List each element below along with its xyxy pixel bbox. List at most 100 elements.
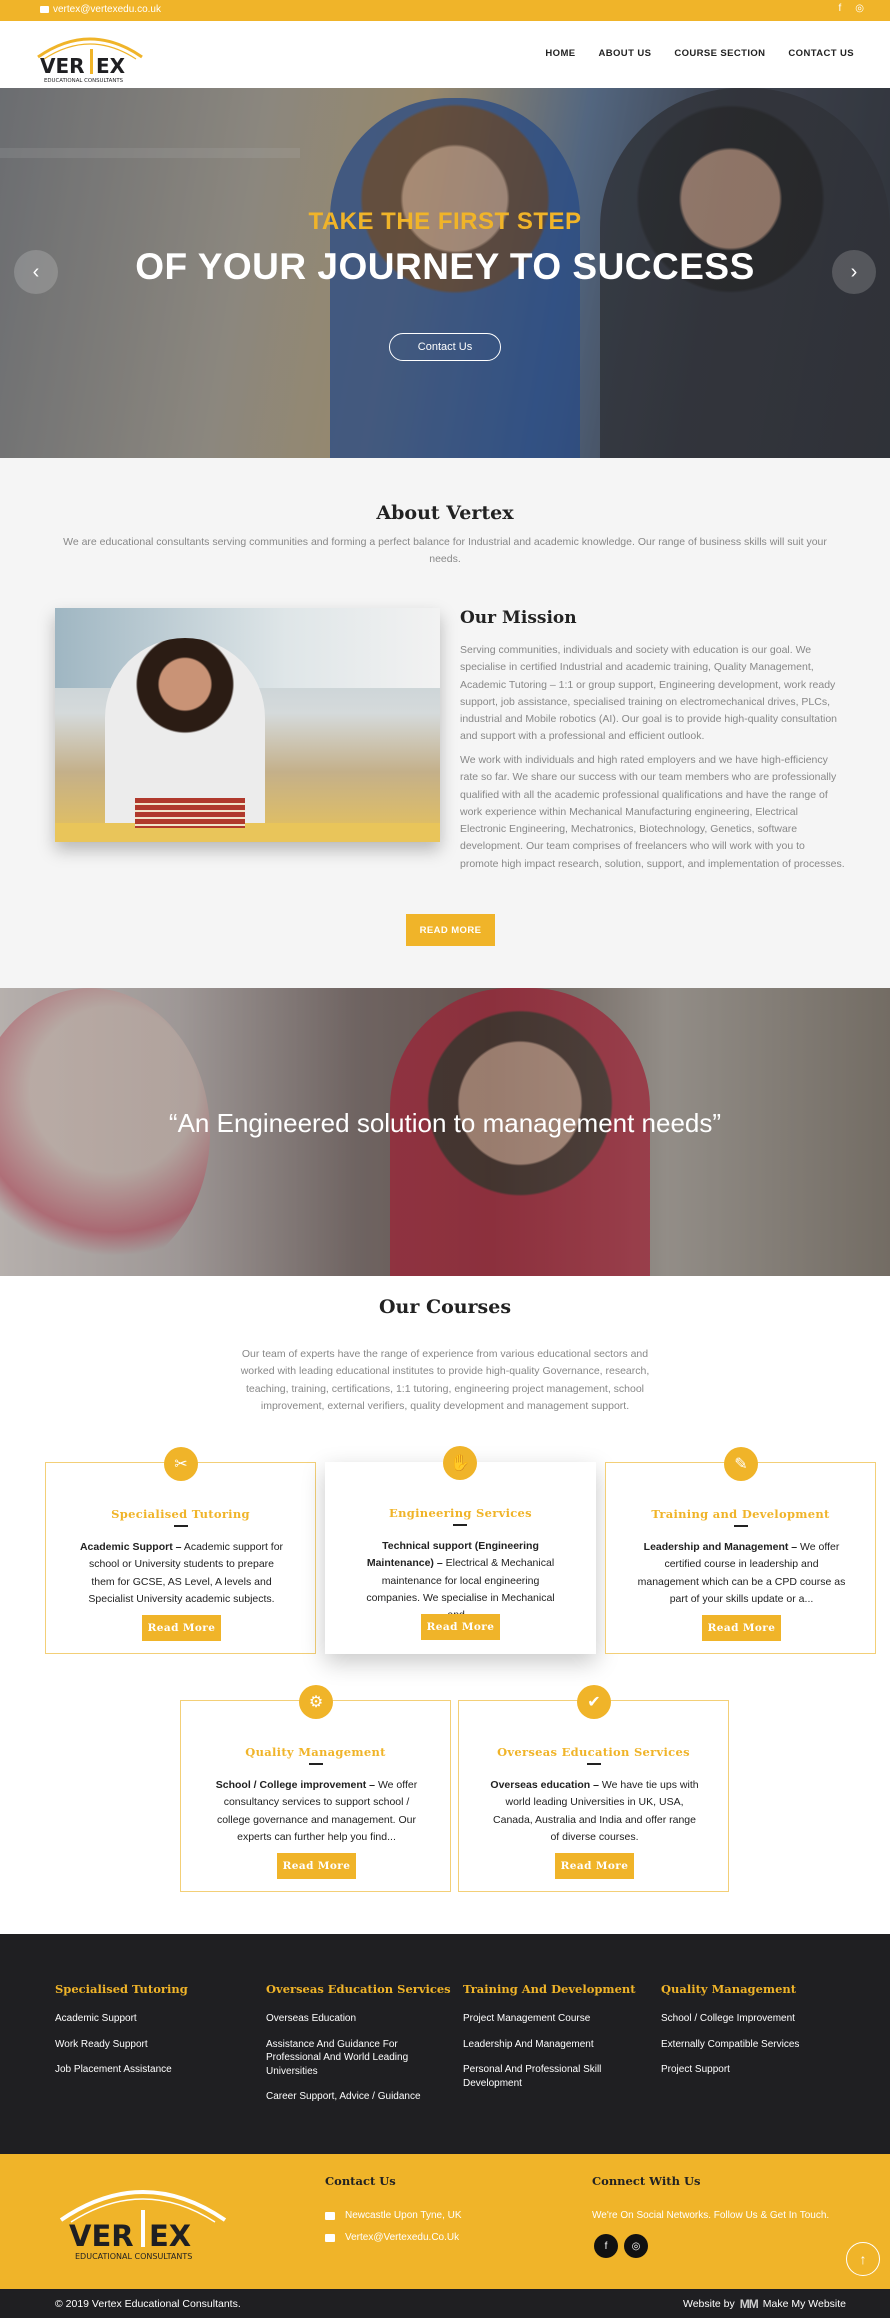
topbar-email[interactable]: vertex@vertexedu.co.uk [40,4,161,15]
facebook-icon[interactable]: f [594,2234,618,2258]
contact-heading: Contact Us [325,2174,396,2188]
slider-next-arrow-icon[interactable]: › [832,250,876,294]
back-to-top-icon[interactable]: ↑ [846,2242,880,2276]
footer-column-heading: Training And Development [463,1982,636,1996]
logo-text-right: EX [96,54,126,78]
footer-logo-tagline: EDUCATIONAL CONSULTANTS [75,2252,192,2261]
hero-title: OF YOUR JOURNEY TO SUCCESS [135,246,755,287]
course-card-quality-management: ⚙ Quality Management School / College im… [180,1685,451,1892]
envelope-icon [325,2233,335,2242]
course-read-more-button[interactable]: Read More [555,1853,634,1879]
course-read-more-button[interactable]: Read More [421,1614,500,1640]
footer-column-tutoring: Specialised Tutoring Academic Support Wo… [55,1982,245,2089]
about-heading: About Vertex [376,502,514,524]
course-description: Technical support (Engineering Maintenan… [366,1540,555,1621]
copyright-bar: © 2019 Vertex Educational Consultants. W… [0,2289,890,2318]
courses-lead: Our team of experts have the range of ex… [240,1348,650,1412]
topbar-social: f ◎ [838,3,864,14]
nav-contact-us[interactable]: CONTACT US [788,48,854,59]
facebook-icon[interactable]: f [838,3,841,14]
course-description: Leadership and Management – We offer cer… [637,1541,846,1605]
courses-section: Our Courses Our team of experts have the… [0,1276,890,1934]
about-lead: We are educational consultants serving c… [63,536,827,565]
vertex-logo[interactable]: VER EX EDUCATIONAL CONSULTANTS [30,27,150,85]
hero-contact-button[interactable]: Contact Us [389,333,501,361]
footer-link[interactable]: Project Support [661,2063,851,2077]
top-bar: vertex@vertexedu.co.uk f ◎ [0,0,890,21]
footer-link[interactable]: Personal And Professional Skill Developm… [463,2063,623,2090]
about-read-more-button[interactable]: READ MORE [406,914,495,946]
footer-link[interactable]: Externally Compatible Services [661,2038,851,2052]
nav-home[interactable]: HOME [545,48,575,59]
footer-contact: VER EX EDUCATIONAL CONSULTANTS Contact U… [0,2154,890,2289]
hero-subtitle: TAKE THE FIRST STEP [308,208,582,235]
mission-heading: Our Mission [460,608,577,628]
map-card-icon [325,2211,335,2220]
course-description: Overseas education – We have tie ups wit… [490,1779,699,1843]
connect-text: We're On Social Networks. Follow Us & Ge… [592,2210,830,2221]
contact-email[interactable]: Vertex@Vertexedu.Co.Uk [325,2232,459,2243]
footer-logo-text-left: VER [69,2219,134,2253]
course-card-training-development: ✎ Training and Development Leadership an… [605,1447,876,1654]
course-title: Training and Development [651,1507,830,1521]
logo-tagline: EDUCATIONAL CONSULTANTS [44,78,124,84]
course-description: Academic Support – Academic support for … [79,1541,284,1605]
instagram-icon[interactable]: ◎ [624,2234,648,2258]
mission-paragraph-1: Serving communities, individuals and soc… [460,644,838,743]
footer-column-heading: Overseas Education Services [266,1982,451,1996]
contact-address: Newcastle Upon Tyne, UK [325,2210,462,2221]
course-title: Specialised Tutoring [111,1507,250,1521]
make-my-website-logo: MM [739,2297,759,2311]
footer-vertex-logo[interactable]: VER EX EDUCATIONAL CONSULTANTS [55,2172,230,2264]
courses-heading: Our Courses [378,1296,512,1318]
connect-heading: Connect With Us [592,2174,701,2188]
footer-link[interactable]: Leadership And Management [463,2038,623,2052]
course-read-more-button[interactable]: Read More [142,1615,221,1641]
footer-link[interactable]: Project Management Course [463,2012,623,2026]
footer-column-heading: Specialised Tutoring [55,1982,188,1996]
pencil-icon: ✎ [724,1447,758,1481]
mission-photo [55,608,440,842]
footer-link[interactable]: Job Placement Assistance [55,2063,245,2077]
gear-icon: ⚙ [299,1685,333,1719]
course-card-specialised-tutoring: ✂ Specialised Tutoring Academic Support … [45,1447,316,1654]
check-icon: ✔ [577,1685,611,1719]
slider-prev-arrow-icon[interactable]: ‹ [14,250,58,294]
footer-column-heading: Quality Management [661,1982,797,1996]
about-section: About Vertex We are educational consulta… [0,458,890,988]
footer-link[interactable]: School / College Improvement [661,2012,851,2026]
quote-text: “An Engineered solution to management ne… [168,1108,722,1138]
course-read-more-button[interactable]: Read More [277,1853,356,1879]
course-read-more-button[interactable]: Read More [702,1615,781,1641]
instagram-icon[interactable]: ◎ [855,3,864,14]
main-nav: HOME ABOUT US COURSE SECTION CONTACT US [545,48,854,59]
quote-banner: “An Engineered solution to management ne… [0,988,890,1276]
footer-link[interactable]: Academic Support [55,2012,245,2026]
nav-about-us[interactable]: ABOUT US [599,48,652,59]
footer-column-overseas: Overseas Education Services Overseas Edu… [266,1982,451,2116]
logo-text-left: VER [40,54,85,78]
site-credit[interactable]: Website by MM Make My Website [683,2297,846,2311]
topbar-email-text: vertex@vertexedu.co.uk [53,4,161,15]
footer-link[interactable]: Assistance And Guidance For Professional… [266,2038,426,2079]
mission-paragraph-2: We work with individuals and high rated … [460,754,845,870]
course-card-engineering-services: ✋ Engineering Services Technical support… [325,1446,596,1654]
credit-prefix: Website by [683,2298,735,2310]
footer-link[interactable]: Work Ready Support [55,2038,245,2052]
course-title: Overseas Education Services [497,1745,690,1759]
footer-column-quality: Quality Management School / College Impr… [661,1982,851,2089]
nav-course-section[interactable]: COURSE SECTION [674,48,765,59]
course-title: Quality Management [245,1745,386,1759]
course-description: School / College improvement – We offer … [215,1779,418,1843]
footer-link[interactable]: Career Support, Advice / Guidance [266,2090,426,2104]
footer-column-training: Training And Development Project Managem… [463,1982,636,2102]
footer-link[interactable]: Overseas Education [266,2012,426,2026]
course-title: Engineering Services [389,1506,532,1520]
copyright-text: © 2019 Vertex Educational Consultants. [55,2298,241,2310]
hero-slider: TAKE THE FIRST STEP OF YOUR JOURNEY TO S… [0,88,890,458]
footer-logo-text-right: EX [149,2219,191,2253]
helping-hand-icon: ✋ [443,1446,477,1480]
envelope-icon [40,6,49,13]
credit-name: Make My Website [762,2298,846,2310]
course-card-overseas-education: ✔ Overseas Education Services Overseas e… [458,1685,729,1892]
